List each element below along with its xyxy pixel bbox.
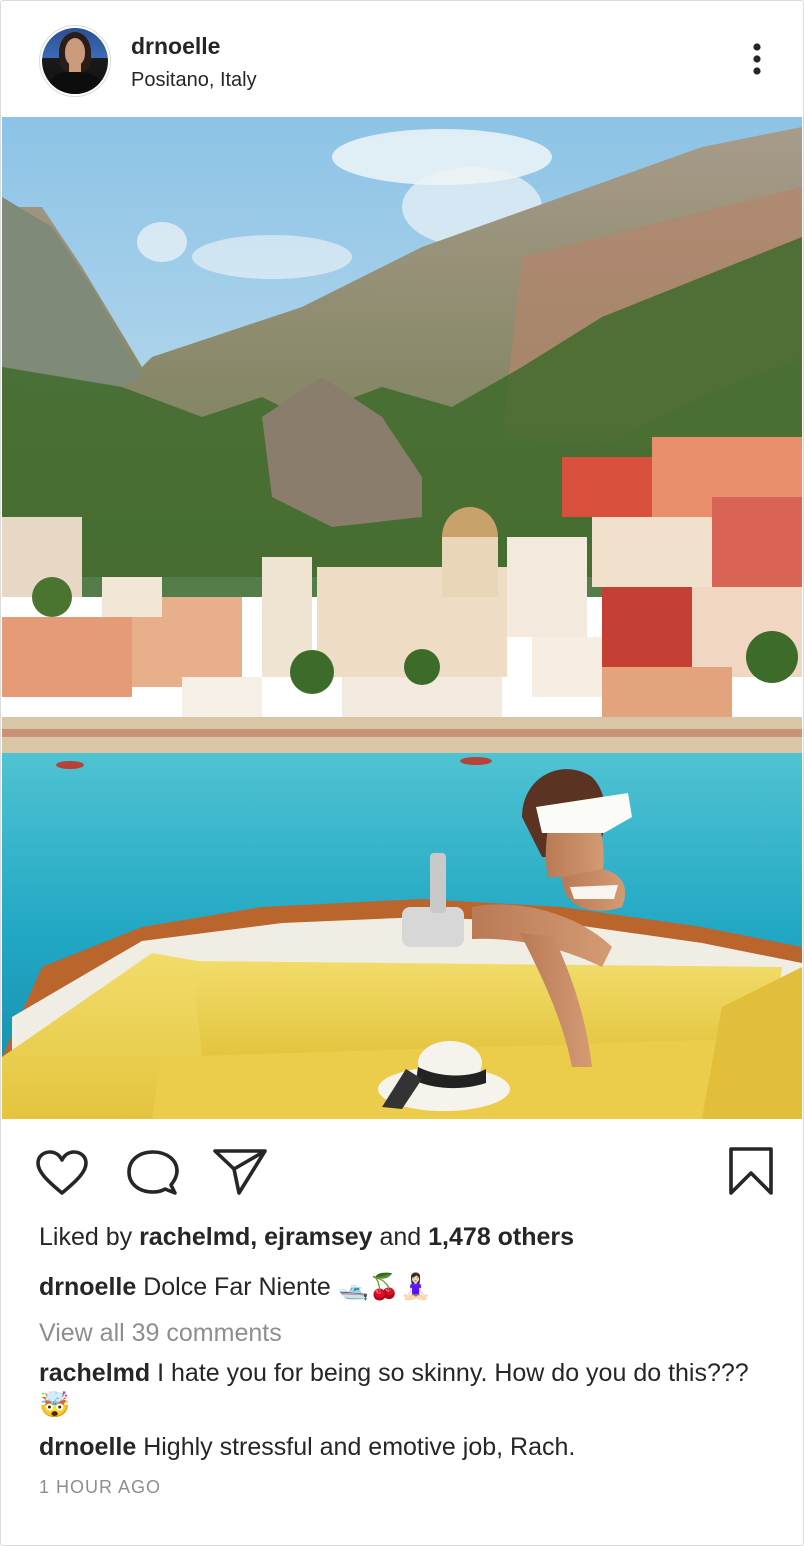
likes-summary: Liked by rachelmd, ejramsey and 1,478 ot… xyxy=(39,1223,574,1252)
caption-text: Dolce Far Niente 🛥️🍒🧘🏻‍♀️ xyxy=(136,1273,432,1301)
comment-username[interactable]: drnoelle xyxy=(39,1433,136,1461)
positano-boat-photo xyxy=(2,117,802,1119)
bookmark-icon xyxy=(729,1147,773,1195)
comment-item: drnoelle Highly stressful and emotive jo… xyxy=(39,1431,779,1463)
comment-text: Highly stressful and emotive job, Rach. xyxy=(136,1433,576,1461)
like-button[interactable] xyxy=(35,1149,89,1202)
caption-username[interactable]: drnoelle xyxy=(39,1273,136,1301)
post-timestamp[interactable]: 1 HOUR AGO xyxy=(39,1477,161,1498)
share-button[interactable] xyxy=(211,1147,269,1202)
avatar[interactable] xyxy=(39,25,111,97)
post-header: drnoelle Positano, Italy xyxy=(1,1,803,117)
post-location[interactable]: Positano, Italy xyxy=(131,69,257,92)
comment-bubble-icon xyxy=(127,1150,179,1195)
avatar-image xyxy=(42,28,108,94)
post-photo[interactable] xyxy=(2,117,802,1119)
post-username[interactable]: drnoelle xyxy=(131,33,220,60)
post-card: drnoelle Positano, Italy Liked by rachel… xyxy=(0,0,804,1546)
likes-prefix: Liked by xyxy=(39,1223,140,1251)
more-vertical-icon xyxy=(753,43,761,75)
comment-item: rachelmd I hate you for being so skinny.… xyxy=(39,1357,779,1421)
post-caption: drnoelle Dolce Far Niente 🛥️🍒🧘🏻‍♀️ xyxy=(39,1273,431,1302)
view-all-comments-link[interactable]: View all 39 comments xyxy=(39,1319,282,1348)
likes-count[interactable]: 1,478 others xyxy=(428,1223,574,1251)
post-actions xyxy=(1,1119,803,1219)
save-button[interactable] xyxy=(725,1145,777,1202)
paper-plane-icon xyxy=(213,1149,267,1195)
heart-icon xyxy=(36,1150,88,1195)
more-options-button[interactable] xyxy=(745,41,769,77)
comment-username[interactable]: rachelmd xyxy=(39,1359,150,1387)
liked-by-users[interactable]: rachelmd, ejramsey xyxy=(139,1223,372,1251)
likes-conjunction: and xyxy=(372,1223,429,1251)
comment-button[interactable] xyxy=(125,1149,179,1202)
